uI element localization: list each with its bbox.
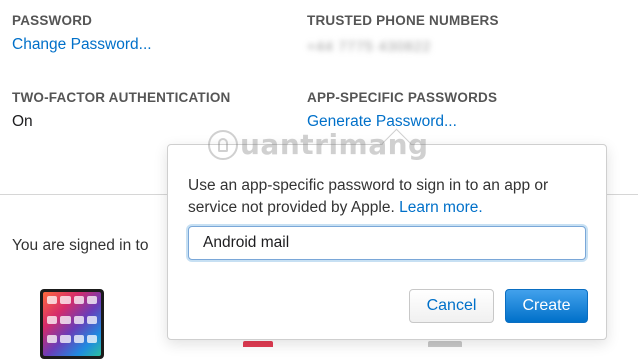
device-thumbnail-partial-2[interactable] — [428, 341, 462, 347]
password-label-input[interactable] — [188, 226, 586, 260]
cancel-button[interactable]: Cancel — [409, 289, 494, 323]
device-thumbnail-partial[interactable] — [243, 341, 273, 347]
trusted-phone-value: +44 7775 430822 — [307, 38, 432, 54]
two-factor-status: On — [12, 113, 33, 130]
popover-description-text: Use an app-specific password to sign in … — [188, 177, 549, 216]
learn-more-link[interactable]: Learn more. — [399, 199, 483, 216]
app-specific-passwords-label: APP-SPECIFIC PASSWORDS — [307, 90, 498, 105]
popover-description: Use an app-specific password to sign in … — [188, 175, 578, 219]
ipad-device-thumbnail[interactable] — [40, 289, 104, 359]
ipad-screen — [43, 292, 101, 356]
create-button[interactable]: Create — [505, 289, 588, 323]
generate-password-link[interactable]: Generate Password... — [307, 113, 457, 131]
signed-in-devices-text: You are signed in to — [12, 237, 149, 254]
trusted-phone-label: TRUSTED PHONE NUMBERS — [307, 13, 499, 28]
generate-password-popover: Use an app-specific password to sign in … — [167, 144, 607, 340]
password-label: PASSWORD — [12, 13, 93, 28]
change-password-link[interactable]: Change Password... — [12, 36, 152, 54]
two-factor-label: TWO-FACTOR AUTHENTICATION — [12, 90, 231, 105]
